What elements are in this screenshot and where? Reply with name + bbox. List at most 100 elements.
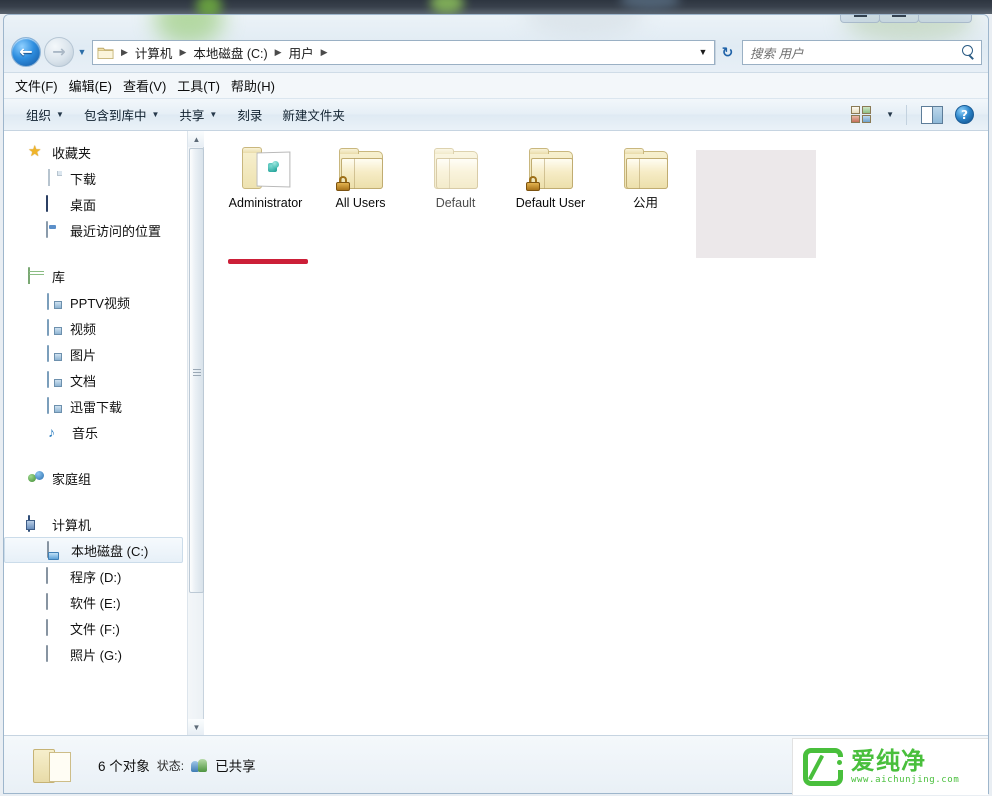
sidebar-item-pptv-video[interactable]: PPTV视频	[4, 289, 187, 315]
toolbar-new-folder-button[interactable]: 新建文件夹	[272, 101, 355, 128]
address-bar: ← → ▼ ▶ 计算机 ▶ 本地磁盘 (C:) ▶ 用户 ▶ ▼ ↻ 搜索 用户	[4, 35, 988, 69]
help-button[interactable]: ?	[951, 101, 978, 128]
search-icon	[961, 45, 975, 59]
menu-item-help[interactable]: 帮助(H)	[231, 74, 286, 97]
menu-item-file[interactable]: 文件(F)	[15, 74, 69, 97]
breadcrumb-item-0[interactable]: 计算机	[132, 43, 176, 62]
chevron-down-icon: ▼	[151, 110, 160, 119]
change-view-button[interactable]: ▼	[847, 102, 898, 127]
breadcrumb: 计算机 ▶ 本地磁盘 (C:) ▶ 用户 ▶	[132, 43, 694, 62]
folder-icon	[31, 747, 73, 783]
breadcrumb-separator[interactable]: ▶	[117, 47, 132, 58]
breadcrumb-bar[interactable]: ▶ 计算机 ▶ 本地磁盘 (C:) ▶ 用户 ▶ ▼	[92, 39, 715, 65]
minimize-button[interactable]	[840, 15, 880, 23]
navigation-scrollbar[interactable]: ▲ ▼	[187, 131, 205, 735]
preview-pane-icon	[921, 105, 943, 124]
minimize-icon	[853, 15, 867, 17]
toolbar-share-button[interactable]: 共享 ▼	[169, 101, 227, 128]
sidebar-item-videos[interactable]: 视频	[4, 315, 187, 341]
lock-icon	[335, 176, 350, 191]
folder-icon	[525, 147, 577, 191]
scroll-down-button[interactable]: ▼	[188, 719, 205, 735]
menu-item-edit[interactable]: 编辑(E)	[69, 74, 123, 97]
sidebar-item-drive-d[interactable]: 程序 (D:)	[4, 563, 187, 589]
sidebar-item-music[interactable]: ♪ 音乐	[4, 419, 187, 445]
breadcrumb-separator[interactable]: ▶	[271, 47, 286, 58]
sidebar-item-label: 软件 (E:)	[70, 595, 121, 611]
sidebar-item-label: 家庭组	[52, 471, 92, 487]
open-folder-icon	[240, 147, 292, 191]
desktop-icon	[46, 195, 63, 212]
nav-group-libraries[interactable]: 库	[4, 263, 187, 289]
download-doc-icon	[46, 169, 63, 186]
toolbar-include-in-library-button[interactable]: 包含到库中 ▼	[74, 101, 169, 128]
search-box[interactable]: 搜索 用户	[742, 39, 982, 65]
nav-group-computer-label: 计算机	[52, 517, 92, 533]
navigation-tree: ★ 收藏夹 下载 桌面 最近访问的位置 库 PPTV视频 视频 图片 文档 迅雷…	[4, 131, 187, 667]
menu-item-view[interactable]: 查看(V)	[123, 74, 177, 97]
sidebar-item-label: 迅雷下载	[70, 399, 123, 415]
sidebar-item-recent-places[interactable]: 最近访问的位置	[4, 217, 187, 243]
address-dropdown-button[interactable]: ▼	[694, 41, 712, 64]
sidebar-item-drive-e[interactable]: 软件 (E:)	[4, 589, 187, 615]
window-controls: ✕	[840, 15, 972, 25]
file-item-default[interactable]: Default	[408, 143, 503, 258]
folder-icon	[97, 45, 115, 60]
sidebar-item-documents[interactable]: 文档	[4, 367, 187, 393]
sidebar-item-pictures[interactable]: 图片	[4, 341, 187, 367]
back-button[interactable]: ←	[11, 37, 41, 67]
sidebar-item-downloads[interactable]: 下载	[4, 165, 187, 191]
file-item-public[interactable]: 公用	[598, 143, 693, 258]
close-button[interactable]: ✕	[918, 15, 972, 23]
search-input[interactable]: 搜索 用户	[750, 43, 961, 62]
homegroup-icon	[28, 470, 45, 486]
explorer-window: ✕ ← → ▼ ▶	[3, 14, 989, 794]
nav-group-favorites[interactable]: ★ 收藏夹	[4, 139, 187, 165]
brand-url: www.aichunjing.com	[851, 775, 960, 785]
media-library-icon	[46, 319, 63, 336]
help-icon: ?	[955, 105, 974, 124]
sidebar-item-label: 程序 (D:)	[70, 569, 122, 585]
sidebar-item-drive-g[interactable]: 照片 (G:)	[4, 641, 187, 667]
sidebar-item-local-disk-c[interactable]: 本地磁盘 (C:)	[4, 537, 183, 563]
scrollbar-thumb[interactable]	[189, 148, 204, 593]
blank-overlay	[696, 150, 816, 258]
file-item-label: All Users	[335, 196, 386, 210]
maximize-button[interactable]	[879, 15, 919, 23]
refresh-button[interactable]: ↻	[715, 39, 739, 65]
file-item-label: Default User	[515, 196, 586, 210]
toolbar-organize-button[interactable]: 组织 ▼	[16, 101, 74, 128]
breadcrumb-separator[interactable]: ▶	[175, 47, 190, 58]
sidebar-item-desktop[interactable]: 桌面	[4, 191, 187, 217]
history-dropdown-button[interactable]: ▼	[74, 37, 90, 67]
share-status: 已共享	[215, 759, 256, 774]
breadcrumb-item-1[interactable]: 本地磁盘 (C:)	[190, 43, 270, 62]
sidebar-item-label: 本地磁盘 (C:)	[71, 543, 149, 559]
preview-pane-button[interactable]	[915, 102, 949, 128]
chevron-down-icon: ▼	[192, 722, 201, 732]
file-list-pane[interactable]: Administrator All Users Default Default …	[204, 131, 988, 735]
breadcrumb-item-2[interactable]: 用户	[286, 43, 317, 62]
file-item-default-user[interactable]: Default User	[503, 143, 598, 258]
sidebar-item-drive-f[interactable]: 文件 (F:)	[4, 615, 187, 641]
file-item-all-users[interactable]: All Users	[313, 143, 408, 258]
toolbar-burn-label: 刻录	[237, 109, 263, 123]
scroll-up-button[interactable]: ▲	[188, 131, 205, 147]
sidebar-item-homegroup[interactable]: 家庭组	[4, 465, 187, 491]
nav-group-computer[interactable]: 计算机	[4, 511, 187, 537]
forward-button[interactable]: →	[44, 37, 74, 67]
toolbar-burn-button[interactable]: 刻录	[227, 101, 272, 128]
watermark-text: 爱纯净 www.aichunjing.com	[851, 749, 960, 786]
toolbar-organize-label: 组织	[26, 109, 52, 123]
nav-group-libraries-label: 库	[52, 269, 66, 285]
breadcrumb-separator[interactable]: ▶	[317, 47, 332, 58]
annotation-underline	[228, 259, 308, 264]
toolbar-separator	[906, 104, 907, 125]
menu-item-tools[interactable]: 工具(T)	[177, 74, 231, 97]
sidebar-item-label: 视频	[70, 321, 97, 337]
file-item-administrator[interactable]: Administrator	[218, 143, 313, 264]
sidebar-item-thunder-downloads[interactable]: 迅雷下载	[4, 393, 187, 419]
sidebar-item-label: 音乐	[72, 425, 99, 441]
